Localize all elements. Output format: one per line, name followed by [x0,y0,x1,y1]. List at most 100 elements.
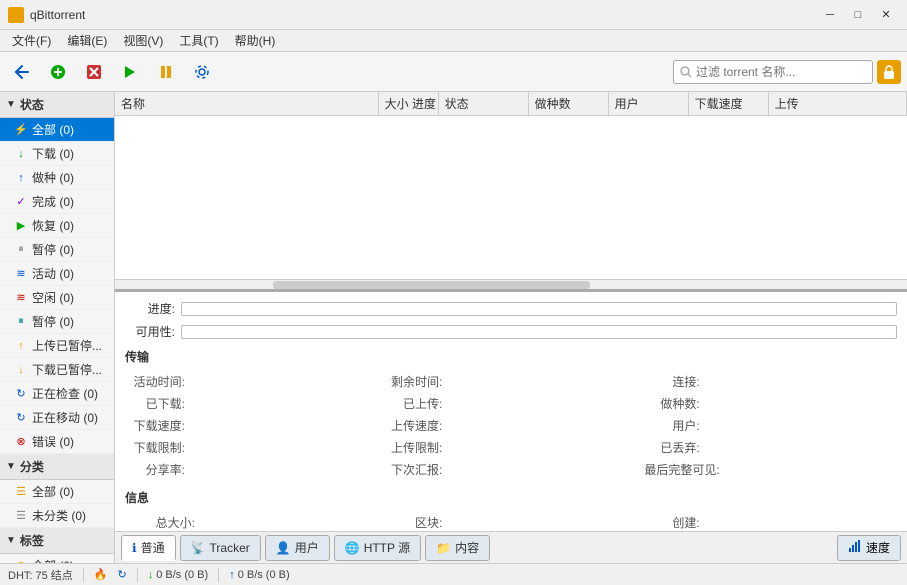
transfer-last-complete: 最后完整可见: [640,461,897,478]
tags-header-label: 标签 [20,532,44,549]
seeds-label: 做种数: [640,395,700,412]
horizontal-scrollbar[interactable] [115,279,907,289]
remove-button[interactable] [78,56,110,88]
options-button[interactable] [186,56,218,88]
status-arrow: ▼ [6,99,16,110]
menu-help[interactable]: 帮助(H) [227,30,284,51]
tab-general[interactable]: ℹ 普通 [121,535,176,561]
tab-content[interactable]: 📁 内容 [425,535,490,561]
th-name[interactable]: 名称 [115,92,379,115]
torrent-table-body[interactable] [115,116,907,279]
speed-chart-icon [848,539,862,556]
pause-button[interactable] [150,56,182,88]
menu-edit[interactable]: 编辑(E) [59,30,115,51]
moving-icon: ↻ [14,411,28,425]
th-seeds[interactable]: 做种数 [529,92,609,115]
sidebar-item-dl-paused[interactable]: ↓ 下载已暂停... [0,358,114,382]
search-box[interactable] [673,60,873,84]
general-tab-icon: ℹ [132,541,137,555]
minimize-button[interactable]: ─ [817,5,843,25]
sidebar-seed-label: 做种 (0) [32,169,74,186]
tab-http-sources[interactable]: 🌐 HTTP 源 [334,535,421,561]
transfer-remaining: 剩余时间: [382,373,639,390]
active-time-label: 活动时间: [125,373,185,390]
seed-icon: ↑ [14,171,28,185]
sidebar-section-tags[interactable]: ▼ 标签 [0,528,114,554]
search-area [673,60,901,84]
sidebar-all-label: 全部 (0) [32,121,74,138]
transfer-seeds: 做种数: [640,395,897,412]
sidebar-item-active[interactable]: ≋ 活动 (0) [0,262,114,286]
ul-status-label: 0 B/s (0 B) [238,569,290,581]
transfer-wasted: 已丢弃: [640,439,897,456]
close-button[interactable]: ✕ [873,5,899,25]
status-sep-1 [83,568,84,582]
transfer-dl-speed: 下载速度: [125,417,382,434]
detail-tabs: ℹ 普通 📡 Tracker 👤 用户 🌐 HTTP 源 📁 内容 [115,531,907,563]
pieces-label: 区块: [382,514,442,531]
tab-tracker[interactable]: 📡 Tracker [180,535,261,561]
tab-peers[interactable]: 👤 用户 [265,535,330,561]
th-dl[interactable]: 下载速度 [689,92,769,115]
th-peers[interactable]: 用户 [609,92,689,115]
sidebar-item-download[interactable]: ↓ 下载 (0) [0,142,114,166]
sidebar-item-upload-paused[interactable]: ↑ 上传已暂停... [0,334,114,358]
sidebar: ▼ 状态 ⚡ 全部 (0) ↓ 下载 (0) ↑ 做种 (0) ✓ 完成 (0)… [0,92,115,563]
dht-status: DHT: 75 结点 [8,567,73,583]
progress-label: 进度: [125,300,175,317]
tags-arrow: ▼ [6,535,16,546]
content-area: 名称 大小 进度 状态 做种数 用户 下载速度 上传 进度: [115,92,907,563]
sidebar-item-idle[interactable]: ≋ 空闲 (0) [0,286,114,310]
availability-row: 可用性: [125,323,897,340]
sidebar-item-resume[interactable]: ▶ 恢复 (0) [0,214,114,238]
sidebar-item-all[interactable]: ⚡ 全部 (0) [0,118,114,142]
sidebar-item-error[interactable]: ⊗ 错误 (0) [0,430,114,454]
sidebar-item-checking[interactable]: ↻ 正在检查 (0) [0,382,114,406]
checking-icon: ↻ [14,387,28,401]
sidebar-cat-uncategorized-label: 未分类 (0) [32,507,86,524]
app-title: qBittorrent [30,8,85,22]
transfer-ratio: 分享率: [125,461,382,478]
sidebar-item-tag-all[interactable]: ◉ 全部 (0) [0,554,114,563]
downloaded-label: 已下载: [125,395,185,412]
menu-bar: 文件(F) 编辑(E) 视图(V) 工具(T) 帮助(H) [0,30,907,52]
torrent-list-area: 名称 大小 进度 状态 做种数 用户 下载速度 上传 [115,92,907,292]
connections-label: 连接: [640,373,700,390]
resume-button[interactable] [114,56,146,88]
th-ul[interactable]: 上传 [769,92,907,115]
back-button[interactable] [6,56,38,88]
tracker-tab-icon: 📡 [191,541,206,555]
sidebar-section-category[interactable]: ▼ 分类 [0,454,114,480]
lock-button[interactable] [877,60,901,84]
status-sep-2 [137,568,138,582]
sidebar-item-stalled[interactable]: ⏸ 暂停 (0) [0,310,114,334]
active-icon: ≋ [14,267,28,281]
speed-button[interactable]: 速度 [837,535,901,561]
sidebar-section-status[interactable]: ▼ 状态 [0,92,114,118]
search-input[interactable] [696,65,866,79]
sidebar-item-seed[interactable]: ↑ 做种 (0) [0,166,114,190]
sidebar-item-paused[interactable]: ⏸ 暂停 (0) [0,238,114,262]
th-status[interactable]: 状态 [439,92,529,115]
menu-file[interactable]: 文件(F) [4,30,59,51]
created-by-label: 创建: [640,514,700,531]
sidebar-item-moving[interactable]: ↻ 正在移动 (0) [0,406,114,430]
http-tab-icon: 🌐 [345,541,360,555]
info-created-by: 创建: [640,514,897,531]
sidebar-item-cat-all[interactable]: ☰ 全部 (0) [0,480,114,504]
menu-view[interactable]: 视图(V) [115,30,171,51]
ul-status-icon: ↑ [229,569,235,581]
menu-tools[interactable]: 工具(T) [171,30,226,51]
maximize-button[interactable]: □ [845,5,871,25]
status-header-label: 状态 [20,96,44,113]
sidebar-item-cat-uncategorized[interactable]: ☰ 未分类 (0) [0,504,114,528]
uploaded-label: 已上传: [382,395,442,412]
wasted-label: 已丢弃: [640,439,700,456]
th-size[interactable]: 大小 进度 [379,92,439,115]
add-torrent-button[interactable] [42,56,74,88]
sidebar-cat-all-label: 全部 (0) [32,483,74,500]
dht-label: DHT: 75 结点 [8,567,73,583]
sidebar-item-complete[interactable]: ✓ 完成 (0) [0,190,114,214]
paused-icon: ⏸ [14,243,28,257]
sidebar-moving-label: 正在移动 (0) [32,409,98,426]
